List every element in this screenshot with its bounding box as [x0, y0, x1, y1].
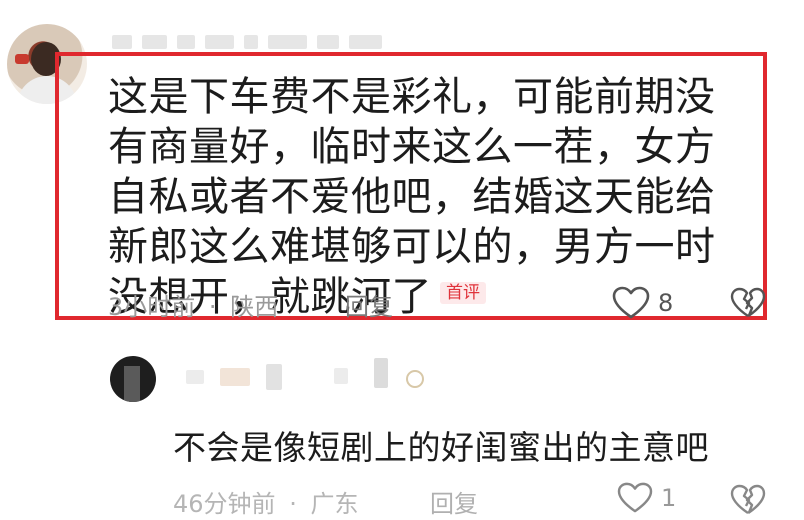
dislike-button[interactable] — [730, 287, 766, 323]
avatar[interactable] — [110, 356, 156, 402]
like-count: 1 — [661, 484, 677, 512]
comment-meta: 3小时前 · 陕西 — [108, 287, 278, 322]
comment-meta: 46分钟前 · 广东 — [173, 484, 358, 519]
heart-icon — [612, 286, 650, 319]
broken-heart-icon — [730, 484, 766, 514]
like-button[interactable]: 8 — [612, 286, 673, 320]
comment-text: 这是下车费不是彩礼，可能前期没有商量好，临时来这么一茬，女方自私或者不爱他吧，结… — [108, 74, 716, 320]
heart-icon — [617, 482, 653, 513]
username-blurred[interactable] — [186, 358, 436, 394]
comment-location: 广东 — [310, 490, 359, 518]
broken-heart-icon — [730, 287, 766, 317]
first-comment-badge: 首评 — [440, 282, 486, 304]
comment-body: 这是下车费不是彩礼，可能前期没有商量好，临时来这么一茬，女方自私或者不爱他吧，结… — [108, 72, 748, 322]
like-count: 8 — [658, 289, 674, 317]
dislike-button[interactable] — [730, 484, 766, 520]
comment-time: 3小时前 — [108, 293, 196, 321]
comment-text: 不会是像短剧上的好闺蜜出的主意吧 — [173, 428, 709, 467]
comment-location: 陕西 — [230, 293, 279, 321]
avatar-mark — [15, 54, 29, 64]
meta-separator: · — [289, 490, 297, 518]
reply-button[interactable]: 回复 — [345, 287, 393, 322]
meta-separator: · — [208, 293, 217, 321]
username-blurred[interactable] — [112, 34, 382, 50]
comment-time: 46分钟前 — [173, 490, 276, 518]
avatar-figure — [124, 366, 140, 402]
reply-button[interactable]: 回复 — [430, 484, 478, 519]
like-button[interactable]: 1 — [617, 482, 676, 514]
